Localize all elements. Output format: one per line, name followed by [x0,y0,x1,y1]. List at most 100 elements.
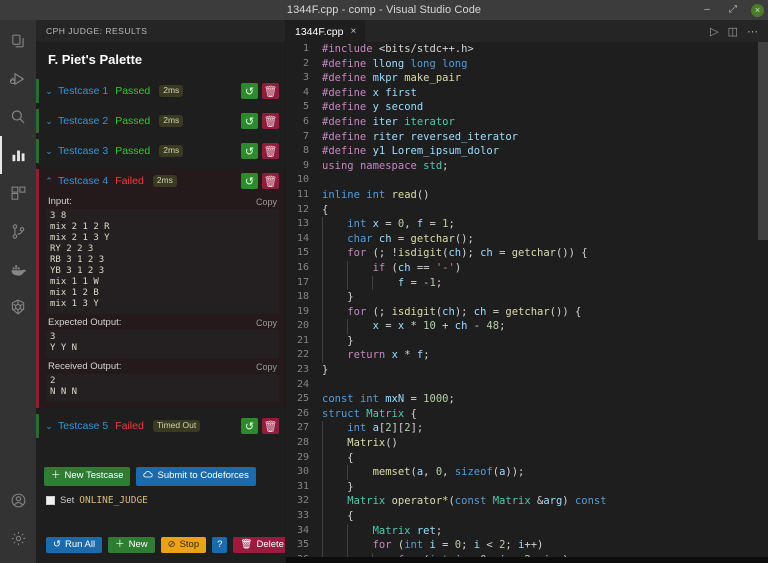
editor-vertical-scrollbar[interactable] [758,42,768,240]
code-lines[interactable]: 1#include <bits/stdc++.h>2#define llong … [286,42,768,557]
code-text[interactable]: const int mxN = 1000; [318,392,768,407]
code-line[interactable]: 12{ [286,203,768,218]
run-all-button[interactable]: ↺ Run All [46,537,102,553]
delete-testcase-icon[interactable]: 🗑 [262,173,279,189]
code-text[interactable]: { [318,451,768,466]
rerun-icon[interactable]: ↺ [241,173,258,189]
delete-testcase-icon[interactable]: 🗑 [262,143,279,159]
maximize-button[interactable]: ⤢ [725,2,741,18]
code-text[interactable]: for (int i = 0; i < 2; i++) [318,538,768,553]
more-actions-icon[interactable]: ⋯ [747,25,758,38]
code-text[interactable]: for (int j = 0; j < 2; j++) [318,553,768,557]
code-line[interactable]: 27 int a[2][2]; [286,421,768,436]
code-line[interactable]: 4#define x first [286,86,768,101]
code-text[interactable]: } [318,480,768,495]
code-text[interactable]: int x = 0, f = 1; [318,217,768,232]
code-text[interactable]: struct Matrix { [318,407,768,422]
activity-source-control-icon[interactable] [0,212,36,250]
rerun-icon[interactable]: ↺ [241,83,258,99]
code-line[interactable]: 13 int x = 0, f = 1; [286,217,768,232]
code-text[interactable]: #include <bits/stdc++.h> [318,42,768,57]
code-line[interactable]: 22 return x * f; [286,348,768,363]
rerun-icon[interactable]: ↺ [241,143,258,159]
code-line[interactable]: 7#define riter reversed_iterator [286,130,768,145]
code-text[interactable]: #define y second [318,100,768,115]
testcase-header[interactable]: ⌄ Testcase 2 Passed 2ms ↺ 🗑 [40,109,285,133]
copy-expected-link[interactable]: Copy [256,318,277,328]
code-text[interactable]: x = x * 10 + ch - 48; [318,319,768,334]
code-line[interactable]: 36 for (int j = 0; j < 2; j++) [286,553,768,557]
code-text[interactable]: #define y1 Lorem_ipsum_dolor [318,144,768,159]
chevron-down-icon[interactable]: ⌄ [44,116,54,127]
code-text[interactable]: #define riter reversed_iterator [318,130,768,145]
activity-cph-judge-icon[interactable] [0,136,36,174]
code-line[interactable]: 35 for (int i = 0; i < 2; i++) [286,538,768,553]
code-text[interactable]: f = -1; [318,276,768,291]
code-line[interactable]: 15 for (; !isdigit(ch); ch = getchar()) … [286,246,768,261]
copy-input-link[interactable]: Copy [256,197,277,207]
minimize-button[interactable]: – [699,2,715,18]
code-text[interactable]: Matrix ret; [318,524,768,539]
help-button[interactable]: ? [212,537,227,553]
code-line[interactable]: 18 } [286,290,768,305]
code-line[interactable]: 26struct Matrix { [286,407,768,422]
split-editor-icon[interactable]: ◫ [728,25,738,38]
code-line[interactable]: 6#define iter iterator [286,115,768,130]
code-line[interactable]: 25const int mxN = 1000; [286,392,768,407]
activity-run-debug-icon[interactable] [0,60,36,98]
code-line[interactable]: 19 for (; isdigit(ch); ch = getchar()) { [286,305,768,320]
code-line[interactable]: 1#include <bits/stdc++.h> [286,42,768,57]
code-text[interactable]: return x * f; [318,348,768,363]
new-button[interactable]: ＋ New [108,537,155,553]
online-judge-checkbox[interactable] [46,496,55,505]
gear-icon[interactable] [0,519,36,557]
close-button[interactable]: × [751,4,764,17]
code-text[interactable]: char ch = getchar(); [318,232,768,247]
online-judge-row[interactable]: Set ONLINE_JUDGE [36,488,285,514]
account-icon[interactable] [0,481,36,519]
testcase-row[interactable]: ⌄ Testcase 3 Passed 2ms ↺ 🗑 [36,139,285,163]
code-line[interactable]: 11inline int read() [286,188,768,203]
code-line[interactable]: 10 [286,173,768,188]
code-text[interactable]: inline int read() [318,188,768,203]
testcase-header[interactable]: ⌄ Testcase 3 Passed 2ms ↺ 🗑 [40,139,285,163]
code-editor[interactable]: 1#include <bits/stdc++.h>2#define llong … [286,42,768,557]
new-testcase-button[interactable]: ＋ New Testcase [44,467,130,485]
code-line[interactable]: 8#define y1 Lorem_ipsum_dolor [286,144,768,159]
code-text[interactable]: using namespace std; [318,159,768,174]
expected-output-textarea[interactable]: 3 Y Y N [46,330,279,358]
code-text[interactable]: { [318,509,768,524]
code-line[interactable]: 14 char ch = getchar(); [286,232,768,247]
chevron-up-icon[interactable]: ⌃ [44,176,54,187]
stop-button[interactable]: ⊘ Stop [161,537,207,553]
activity-explorer-icon[interactable] [0,22,36,60]
code-line[interactable]: 17 f = -1; [286,276,768,291]
code-line[interactable]: 28 Matrix() [286,436,768,451]
activity-docker-icon[interactable] [0,250,36,288]
code-line[interactable]: 20 x = x * 10 + ch - 48; [286,319,768,334]
activity-kubernetes-icon[interactable] [0,288,36,326]
code-text[interactable]: { [318,203,768,218]
code-line[interactable]: 29 { [286,451,768,466]
code-line[interactable]: 21 } [286,334,768,349]
code-text[interactable]: } [318,334,768,349]
code-text[interactable]: memset(a, 0, sizeof(a)); [318,465,768,480]
testcase-header[interactable]: ⌃ Testcase 4 Failed 2ms ↺ 🗑 [40,169,285,193]
code-text[interactable]: Matrix operator*(const Matrix &arg) cons… [318,494,768,509]
code-text[interactable]: for (; isdigit(ch); ch = getchar()) { [318,305,768,320]
code-text[interactable]: #define iter iterator [318,115,768,130]
code-line[interactable]: 3#define mkpr make_pair [286,71,768,86]
code-line[interactable]: 24 [286,378,768,393]
code-line[interactable]: 23} [286,363,768,378]
code-text[interactable]: } [318,363,768,378]
activity-search-icon[interactable] [0,98,36,136]
code-line[interactable]: 32 Matrix operator*(const Matrix &arg) c… [286,494,768,509]
code-line[interactable]: 9using namespace std; [286,159,768,174]
code-line[interactable]: 31 } [286,480,768,495]
code-line[interactable]: 30 memset(a, 0, sizeof(a)); [286,465,768,480]
code-text[interactable]: } [318,290,768,305]
code-line[interactable]: 5#define y second [286,100,768,115]
code-text[interactable]: for (; !isdigit(ch); ch = getchar()) { [318,246,768,261]
testcase-row[interactable]: ⌃ Testcase 4 Failed 2ms ↺ 🗑 Input: [36,169,285,408]
code-text[interactable]: if (ch == '-') [318,261,768,276]
